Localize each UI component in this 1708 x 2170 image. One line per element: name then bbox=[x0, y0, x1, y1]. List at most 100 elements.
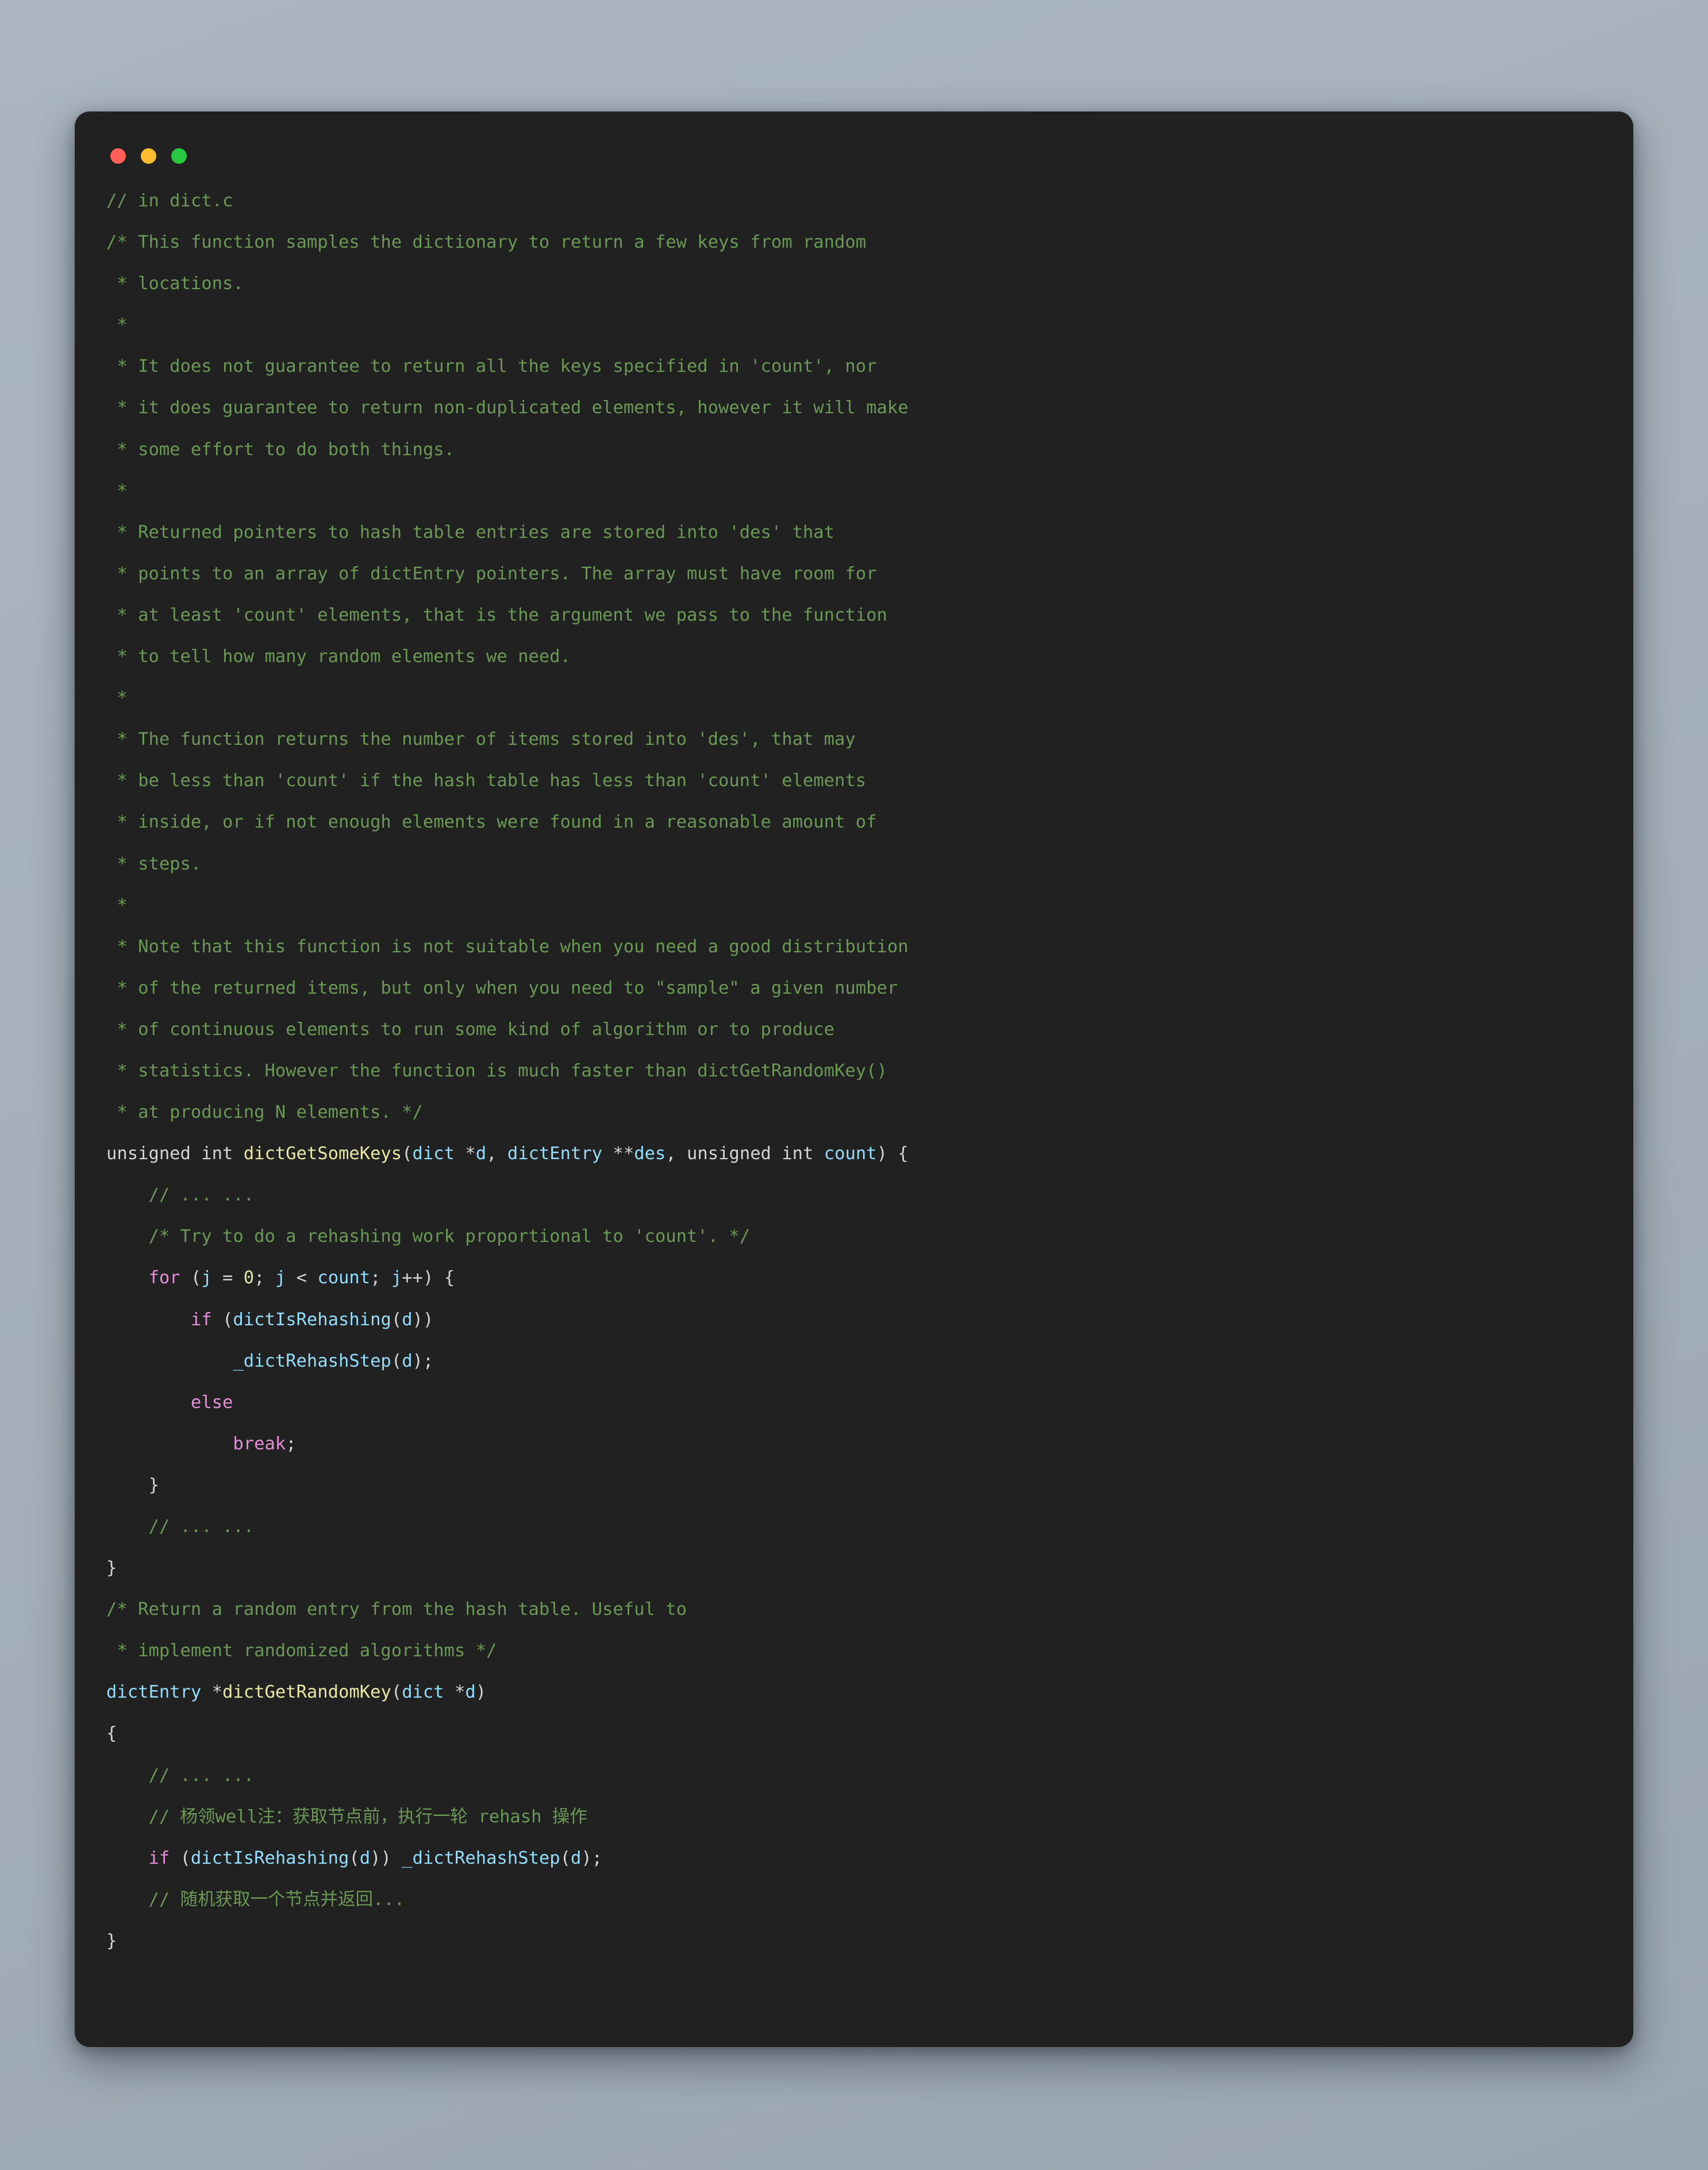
code-token: * Returned pointers to hash table entrie… bbox=[106, 522, 835, 542]
code-token: = bbox=[211, 1268, 244, 1288]
code-token: d bbox=[571, 1848, 582, 1868]
code-token: // 杨领well注：获取节点前，执行一轮 rehash 操作 bbox=[106, 1806, 587, 1827]
code-token: ; bbox=[254, 1268, 275, 1288]
code-token: * at producing N elements. */ bbox=[106, 1102, 423, 1123]
code-line: * be less than 'count' if the hash table… bbox=[106, 760, 1610, 802]
code-line: * The function returns the number of ite… bbox=[106, 719, 1610, 760]
code-token: * It does not guarantee to return all th… bbox=[106, 356, 877, 377]
code-token: ( bbox=[170, 1848, 191, 1868]
code-token: * bbox=[106, 480, 128, 501]
code-token: * bbox=[444, 1682, 466, 1703]
code-line: * locations. bbox=[106, 263, 1610, 305]
code-token: * bbox=[201, 1682, 222, 1703]
code-token: ; bbox=[286, 1433, 297, 1454]
code-token: )) bbox=[370, 1848, 402, 1868]
code-token: ( bbox=[391, 1682, 402, 1703]
code-line: { bbox=[106, 1713, 1610, 1755]
code-line: * implement randomized algorithms */ bbox=[106, 1630, 1610, 1672]
code-token: * bbox=[106, 688, 128, 709]
code-token: _dictRehashStep bbox=[402, 1848, 560, 1868]
code-token: * locations. bbox=[106, 274, 244, 294]
code-line: if (dictIsRehashing(d)) _dictRehashStep(… bbox=[106, 1838, 1610, 1879]
code-token: else bbox=[190, 1392, 233, 1413]
code-line: // ... ... bbox=[106, 1506, 1610, 1548]
code-line: * Note that this function is not suitabl… bbox=[106, 926, 1610, 968]
code-token: dictEntry bbox=[106, 1682, 202, 1703]
code-token: d bbox=[359, 1848, 371, 1868]
code-line: * steps. bbox=[106, 844, 1610, 885]
code-token: * steps. bbox=[106, 853, 202, 874]
code-token: ; bbox=[370, 1268, 391, 1288]
code-line: * bbox=[106, 885, 1610, 926]
code-line: * statistics. However the function is mu… bbox=[106, 1051, 1610, 1092]
code-token: * to tell how many random elements we ne… bbox=[106, 647, 571, 667]
code-token: dictGetSomeKeys bbox=[243, 1144, 402, 1164]
code-line: /* Return a random entry from the hash t… bbox=[106, 1589, 1610, 1630]
code-line: * It does not guarantee to return all th… bbox=[106, 346, 1610, 387]
code-token: /* This function samples the dictionary … bbox=[106, 232, 867, 253]
code-line: // 杨领well注：获取节点前，执行一轮 rehash 操作 bbox=[106, 1796, 1610, 1838]
code-token: ( bbox=[349, 1848, 360, 1868]
code-token: // in dict.c bbox=[106, 191, 233, 211]
code-line: for (j = 0; j < count; j++) { bbox=[106, 1257, 1610, 1299]
code-line: else bbox=[106, 1382, 1610, 1423]
code-token: < bbox=[286, 1268, 318, 1288]
code-token: // ... ... bbox=[106, 1185, 255, 1206]
code-token: d bbox=[402, 1351, 413, 1371]
code-token: ) { bbox=[876, 1144, 909, 1164]
code-line: * bbox=[106, 471, 1610, 512]
code-token: dictIsRehashing bbox=[190, 1848, 349, 1868]
code-token: * some effort to do both things. bbox=[106, 439, 455, 460]
code-line: // 随机获取一个节点并返回... bbox=[106, 1879, 1610, 1921]
code-line: * some effort to do both things. bbox=[106, 429, 1610, 471]
code-line: } bbox=[106, 1548, 1610, 1589]
code-token: dict bbox=[402, 1682, 444, 1703]
minimize-button[interactable] bbox=[141, 148, 156, 164]
code-token: * implement randomized algorithms */ bbox=[106, 1641, 497, 1661]
code-token: * inside, or if not enough elements were… bbox=[106, 812, 877, 833]
code-token: count bbox=[317, 1268, 371, 1288]
code-token: j bbox=[391, 1268, 402, 1288]
code-token: // ... ... bbox=[106, 1765, 255, 1786]
desktop-background: // in dict.c /* This function samples the… bbox=[0, 0, 1708, 2170]
code-token: j bbox=[201, 1268, 212, 1288]
code-token: * of the returned items, but only when y… bbox=[106, 978, 898, 998]
code-token: ++) { bbox=[402, 1268, 455, 1288]
code-token: // ... ... bbox=[106, 1517, 255, 1537]
code-token: ( bbox=[211, 1309, 233, 1330]
code-line: } bbox=[106, 1465, 1610, 1506]
code-line: * to tell how many random elements we ne… bbox=[106, 636, 1610, 678]
code-token: if bbox=[190, 1309, 212, 1330]
code-token: * Note that this function is not suitabl… bbox=[106, 936, 909, 957]
code-token: dictGetRandomKey bbox=[222, 1682, 391, 1703]
code-line: // ... ... bbox=[106, 1755, 1610, 1796]
code-token: /* Try to do a rehashing work proportion… bbox=[106, 1226, 751, 1247]
code-token: d bbox=[402, 1309, 413, 1330]
code-token: * The function returns the number of ite… bbox=[106, 729, 856, 750]
code-line: * of the returned items, but only when y… bbox=[106, 968, 1610, 1009]
code-line: } bbox=[106, 1921, 1610, 1962]
close-button[interactable] bbox=[110, 148, 126, 164]
code-token: dictIsRehashing bbox=[233, 1309, 391, 1330]
code-token: } bbox=[106, 1930, 117, 1951]
code-token: _dictRehashStep bbox=[233, 1351, 391, 1371]
code-line: if (dictIsRehashing(d)) bbox=[106, 1299, 1610, 1341]
window-titlebar[interactable] bbox=[75, 111, 1633, 180]
code-token: if bbox=[148, 1848, 170, 1868]
code-token: // 随机获取一个节点并返回... bbox=[106, 1889, 405, 1910]
code-token: dictEntry bbox=[507, 1144, 603, 1164]
code-token: * at least 'count' elements, that is the… bbox=[106, 605, 887, 625]
code-token: j bbox=[275, 1268, 286, 1288]
code-line: break; bbox=[106, 1423, 1610, 1465]
code-token: * points to an array of dictEntry pointe… bbox=[106, 563, 877, 584]
code-line: /* This function samples the dictionary … bbox=[106, 222, 1610, 263]
maximize-button[interactable] bbox=[171, 148, 187, 164]
code-token: * of continuous elements to run some kin… bbox=[106, 1019, 835, 1040]
code-token: ( bbox=[180, 1268, 202, 1288]
code-token: * bbox=[106, 895, 128, 915]
code-snippet-window: // in dict.c /* This function samples the… bbox=[75, 111, 1633, 2047]
code-token: * it does guarantee to return non-duplic… bbox=[106, 398, 909, 418]
code-token: ); bbox=[581, 1848, 603, 1868]
